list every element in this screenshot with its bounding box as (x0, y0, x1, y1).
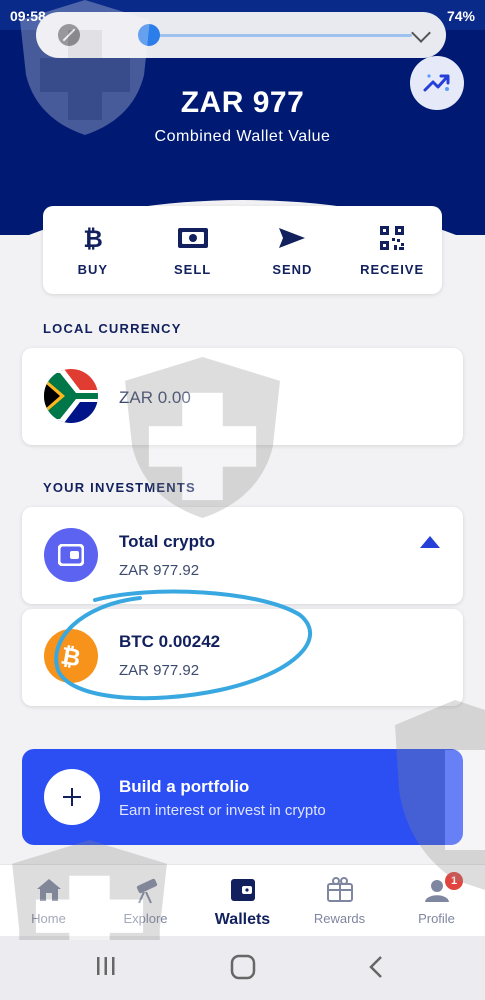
nav-explore-label: Explore (123, 911, 168, 926)
combined-balance-label: Combined Wallet Value (154, 128, 331, 145)
send-button[interactable]: SEND (243, 206, 343, 294)
btc-amount: BTC 0.00242 (119, 632, 221, 651)
nav-profile-label: Profile (418, 911, 455, 926)
sell-button[interactable]: SELL (143, 206, 243, 294)
svg-text:₿: ₿ (83, 225, 103, 252)
system-navigation-bar (0, 936, 485, 1000)
portfolio-subtitle: Earn interest or invest in crypto (119, 802, 326, 819)
send-label: SEND (272, 262, 313, 277)
buy-button[interactable]: ₿ BUY (43, 206, 143, 294)
buy-label: BUY (77, 262, 109, 277)
investments-heading: YOUR INVESTMENTS (43, 480, 196, 495)
gift-icon (326, 875, 354, 905)
plus-icon (44, 769, 100, 825)
total-crypto-card[interactable]: Total crypto ZAR 977.92 (22, 507, 463, 604)
local-currency-heading: LOCAL CURRENCY (43, 321, 182, 336)
wallet-icon (44, 528, 98, 582)
volume-slider-knob[interactable] (138, 24, 160, 46)
battery-level: 74% (446, 8, 475, 24)
total-crypto-value: ZAR 977.92 (119, 562, 200, 579)
bottom-navigation: Home Explore Wallets Rewards 1 Profile (0, 864, 485, 936)
home-button-icon[interactable] (229, 954, 257, 980)
bitcoin-coin-icon: ₿ (44, 629, 98, 683)
svg-text:₿: ₿ (59, 641, 83, 671)
combined-balance: ZAR 977 (180, 86, 305, 119)
sell-label: SELL (174, 262, 212, 277)
nav-home-label: Home (31, 911, 66, 926)
nav-explore[interactable]: Explore (97, 865, 194, 936)
local-currency-card[interactable]: ZAR 0.00 (22, 348, 463, 445)
nav-profile[interactable]: 1 Profile (388, 865, 485, 936)
home-icon (36, 875, 62, 905)
nav-rewards-label: Rewards (313, 911, 366, 926)
receive-button[interactable]: RECEIVE (342, 206, 442, 294)
volume-track[interactable] (148, 34, 412, 37)
build-portfolio-banner[interactable]: Build a portfolio Earn interest or inves… (22, 749, 463, 845)
nav-rewards[interactable]: Rewards (291, 865, 388, 936)
recent-apps-icon[interactable] (94, 954, 118, 978)
nav-wallets[interactable]: Wallets (194, 865, 291, 936)
bitcoin-icon: ₿ (83, 224, 103, 252)
btc-holding-card[interactable]: ₿ BTC 0.00242 ZAR 977.92 (22, 609, 463, 706)
send-icon (278, 224, 306, 252)
quick-actions: ₿ BUY SELL SEND RECEIVE (43, 206, 442, 294)
chevron-up-icon[interactable] (419, 535, 441, 549)
telescope-icon (131, 875, 161, 905)
volume-panel[interactable] (36, 12, 446, 58)
chevron-down-icon[interactable] (411, 23, 431, 43)
portfolio-title: Build a portfolio (119, 777, 250, 796)
wallet-icon (230, 875, 256, 905)
total-crypto-label: Total crypto (119, 532, 216, 551)
back-icon[interactable] (367, 954, 385, 980)
notification-badge: 1 (445, 872, 463, 890)
south-africa-flag-icon (44, 369, 98, 423)
receive-label: RECEIVE (360, 262, 425, 277)
qr-code-icon (379, 224, 405, 252)
local-currency-amount: ZAR 0.00 (119, 388, 191, 407)
cash-icon (177, 224, 209, 252)
mute-icon[interactable] (58, 24, 80, 46)
nav-home[interactable]: Home (0, 865, 97, 936)
btc-value: ZAR 977.92 (119, 662, 200, 679)
nav-wallets-label: Wallets (214, 911, 271, 928)
